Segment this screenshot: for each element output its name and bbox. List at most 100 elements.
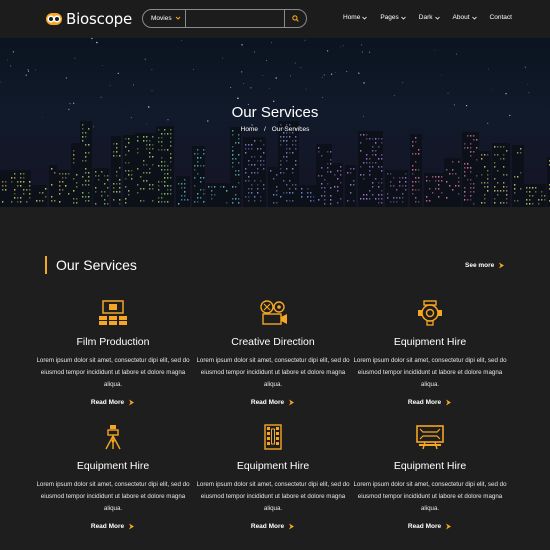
read-more-link[interactable]: Read More bbox=[91, 399, 135, 406]
window-light bbox=[310, 196, 312, 198]
window-light bbox=[257, 192, 259, 194]
window-light bbox=[184, 187, 186, 189]
window-light bbox=[369, 170, 371, 172]
window-light bbox=[128, 150, 130, 152]
building bbox=[31, 185, 47, 207]
window-light bbox=[170, 133, 172, 135]
window-light bbox=[470, 191, 472, 193]
window-light bbox=[20, 197, 22, 199]
window-light bbox=[330, 199, 332, 201]
nav-pages[interactable]: Pages bbox=[380, 14, 406, 21]
window-light bbox=[125, 186, 127, 188]
read-more-link[interactable]: Read More bbox=[251, 523, 295, 530]
window-light bbox=[128, 194, 130, 196]
window-light bbox=[59, 189, 61, 191]
service-title: Equipment Hire bbox=[236, 460, 310, 472]
window-light bbox=[158, 197, 160, 199]
star bbox=[151, 90, 153, 92]
star bbox=[528, 92, 530, 94]
read-more-link[interactable]: Read More bbox=[91, 523, 135, 530]
nav-contact[interactable]: Contact bbox=[490, 14, 512, 21]
window-light bbox=[415, 189, 417, 191]
arrow-right-icon bbox=[446, 523, 452, 530]
window-light bbox=[65, 173, 67, 175]
window-light bbox=[487, 154, 489, 156]
window-light bbox=[20, 185, 22, 187]
breadcrumb-current: Our Services bbox=[271, 126, 310, 133]
window-light bbox=[399, 177, 401, 179]
window-light bbox=[280, 144, 282, 146]
see-more-link[interactable]: See more bbox=[465, 262, 505, 269]
window-light bbox=[248, 176, 250, 178]
window-light bbox=[54, 200, 56, 202]
window-light bbox=[65, 177, 67, 179]
window-light bbox=[164, 193, 166, 195]
window-light bbox=[378, 166, 380, 168]
window-light bbox=[517, 152, 519, 154]
window-light bbox=[167, 189, 169, 191]
window-light bbox=[292, 144, 294, 146]
window-light bbox=[484, 198, 486, 200]
window-light bbox=[146, 164, 148, 166]
logo[interactable]: Bioscope bbox=[45, 9, 132, 29]
window-light bbox=[232, 158, 234, 160]
window-light bbox=[248, 164, 250, 166]
service-description: Lorem ipsum dolor sit amet, consectetur … bbox=[196, 481, 350, 512]
window-light bbox=[340, 166, 342, 168]
window-light bbox=[170, 193, 172, 195]
window-light bbox=[181, 199, 183, 201]
window-light bbox=[116, 147, 118, 149]
window-light bbox=[200, 165, 202, 167]
window-light bbox=[283, 140, 285, 142]
window-light bbox=[473, 135, 475, 137]
window-light bbox=[161, 201, 163, 203]
window-light bbox=[353, 180, 355, 182]
window-light bbox=[164, 149, 166, 151]
window-light bbox=[503, 174, 505, 176]
window-light bbox=[441, 180, 443, 182]
nav-about[interactable]: About bbox=[453, 14, 477, 21]
window-light bbox=[184, 195, 186, 197]
window-light bbox=[161, 193, 163, 195]
star bbox=[34, 69, 36, 71]
window-light bbox=[211, 186, 213, 188]
window-light bbox=[470, 155, 472, 157]
window-light bbox=[418, 153, 420, 155]
search-category-select[interactable]: Movies bbox=[143, 10, 186, 27]
window-light bbox=[481, 154, 483, 156]
window-light bbox=[248, 192, 250, 194]
window-light bbox=[418, 201, 420, 203]
window-light bbox=[324, 195, 326, 197]
window-light bbox=[125, 146, 127, 148]
window-light bbox=[128, 138, 130, 140]
breadcrumb-home[interactable]: Home bbox=[241, 126, 258, 133]
window-light bbox=[327, 163, 329, 165]
window-light bbox=[149, 148, 151, 150]
window-light bbox=[438, 180, 440, 182]
window-light bbox=[506, 194, 508, 196]
read-more-link[interactable]: Read More bbox=[408, 523, 452, 530]
window-light bbox=[517, 176, 519, 178]
read-more-link[interactable]: Read More bbox=[251, 399, 295, 406]
search-input[interactable] bbox=[185, 10, 286, 27]
window-light bbox=[412, 145, 414, 147]
window-light bbox=[396, 197, 398, 199]
window-light bbox=[203, 189, 205, 191]
window-light bbox=[152, 200, 154, 202]
star bbox=[304, 39, 306, 41]
search-button[interactable] bbox=[285, 10, 306, 27]
window-light bbox=[203, 177, 205, 179]
nav-dark[interactable]: Dark bbox=[419, 14, 440, 21]
star bbox=[491, 88, 493, 90]
star bbox=[402, 81, 404, 83]
window-light bbox=[378, 182, 380, 184]
read-more-link[interactable]: Read More bbox=[408, 399, 452, 406]
window-light bbox=[88, 172, 90, 174]
window-light bbox=[295, 164, 297, 166]
window-light bbox=[286, 168, 288, 170]
window-light bbox=[146, 180, 148, 182]
window-light bbox=[532, 195, 534, 197]
window-light bbox=[257, 168, 259, 170]
nav-home[interactable]: Home bbox=[343, 14, 368, 21]
search-icon bbox=[292, 15, 299, 22]
